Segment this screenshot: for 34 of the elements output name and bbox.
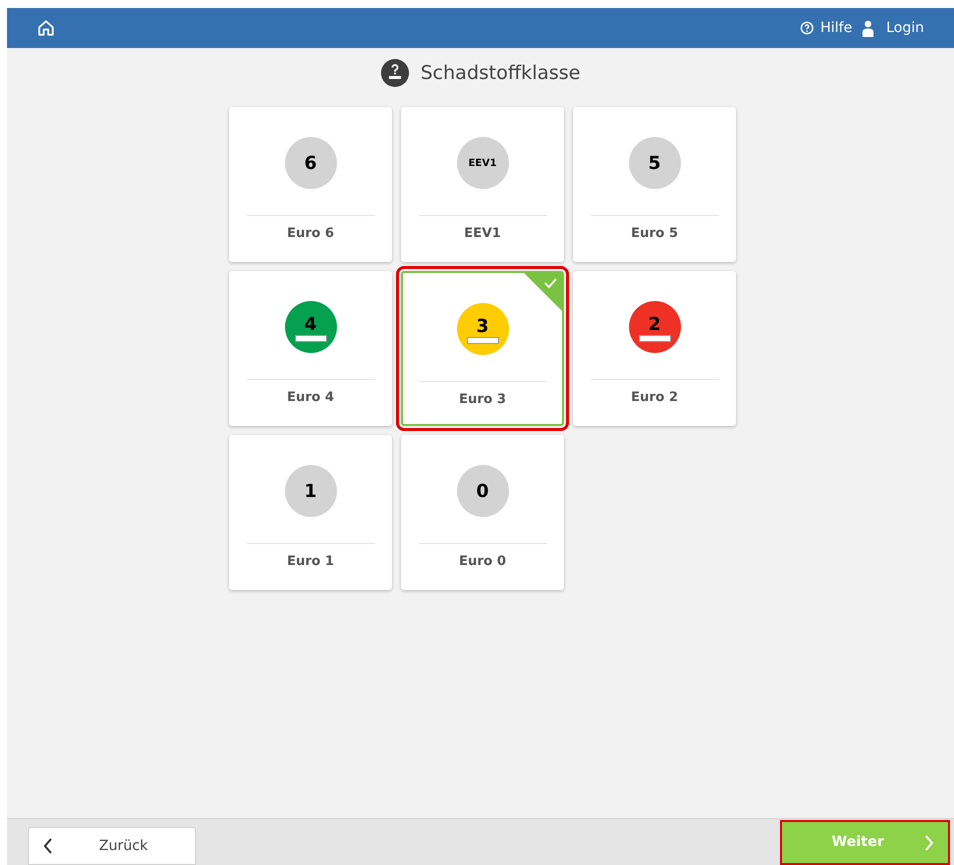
option-label: EEV1 (464, 225, 501, 243)
emission-badge: 1 (284, 465, 336, 517)
emission-badge: EEV1 (456, 137, 508, 189)
option-label: Euro 4 (286, 389, 334, 407)
help-icon[interactable] (800, 21, 814, 35)
option-label: Euro 0 (458, 553, 506, 571)
option-label: Euro 5 (630, 225, 678, 243)
login-link[interactable]: Login (886, 18, 924, 38)
emission-badge: 4 (284, 301, 336, 353)
option-card[interactable]: EEV1 EEV1 (401, 107, 564, 262)
help-link[interactable]: Hilfe (820, 18, 852, 38)
emission-badge: 2 (628, 301, 680, 353)
option-label: Euro 1 (286, 553, 334, 571)
option-label: Euro 2 (630, 389, 678, 407)
option-label: Euro 3 (458, 391, 506, 409)
option-label: Euro 6 (286, 225, 334, 243)
chevron-right-icon (924, 834, 934, 850)
emission-badge: 5 (628, 137, 680, 189)
emission-badge: 6 (284, 137, 336, 189)
option-card[interactable]: 0 Euro 0 (401, 435, 564, 590)
emission-badge: 0 (456, 465, 508, 517)
check-corner-icon (524, 273, 562, 311)
chevron-left-icon (43, 838, 53, 854)
option-card[interactable]: 4 Euro 4 (229, 271, 392, 426)
option-card[interactable]: 5 Euro 5 (573, 107, 736, 262)
help-badge-icon (380, 59, 409, 87)
back-button[interactable]: Zurück (28, 827, 196, 865)
emission-badge: 3 (456, 303, 508, 355)
option-card[interactable]: 1 Euro 1 (229, 435, 392, 590)
option-card[interactable]: 6 Euro 6 (229, 107, 392, 262)
page-title: Schadstoffklasse (420, 60, 580, 86)
option-card[interactable]: 2 Euro 2 (573, 271, 736, 426)
person-icon[interactable] (862, 20, 874, 36)
home-icon[interactable] (37, 19, 55, 37)
